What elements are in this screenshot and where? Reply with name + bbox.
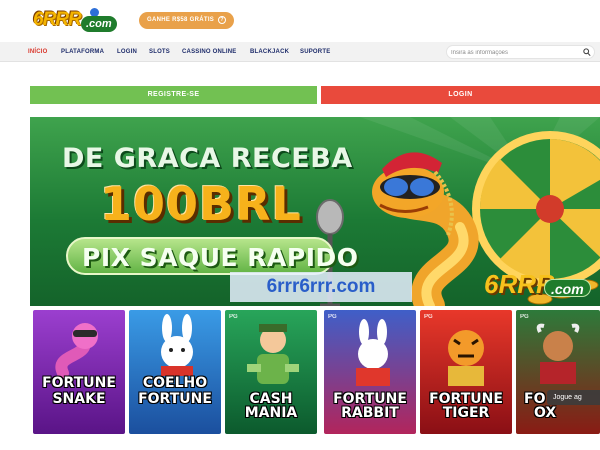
game-card-coelho-fortune[interactable]: COELHO FORTUNE bbox=[129, 310, 221, 434]
game-card-cash-mania[interactable]: PG CASH MANIA bbox=[225, 310, 317, 434]
game-card-fortune-ox[interactable]: PG FO OX bbox=[516, 310, 600, 434]
banner-logo: 6RRR .com bbox=[484, 267, 598, 301]
game-title-line1: COELHO bbox=[142, 375, 208, 391]
game-title-line2: TIGER bbox=[442, 405, 490, 421]
provider-label: PG bbox=[328, 314, 337, 320]
nav-item-blackjack[interactable]: BLACKJACK bbox=[250, 42, 289, 62]
rabbit-character-icon bbox=[356, 319, 390, 386]
free-bonus-button[interactable]: GANHE R$58 GRÁTIS ? bbox=[139, 12, 234, 29]
game-title-line1: FORTUNE bbox=[42, 375, 116, 391]
rabbit-character-icon bbox=[161, 314, 193, 376]
snake-character-icon bbox=[55, 323, 98, 378]
register-button[interactable]: REGISTRE-SE bbox=[30, 86, 317, 104]
logo-domain: .com bbox=[81, 16, 117, 32]
search-input[interactable] bbox=[451, 47, 581, 58]
top-header: 6RRR .com GANHE R$58 GRÁTIS ? bbox=[0, 0, 600, 42]
nav-item-login[interactable]: LOGIN bbox=[117, 42, 137, 62]
prize-wheel bbox=[472, 131, 600, 287]
nav-item-cassino-online[interactable]: CASSINO ONLINE bbox=[182, 42, 236, 62]
logo-number: 6RRR bbox=[33, 9, 82, 30]
game-title-line2: RABBIT bbox=[341, 405, 399, 421]
info-icon: ? bbox=[218, 16, 226, 24]
banner-amount: 100BRL bbox=[100, 177, 302, 231]
game-title-line2: FORTUNE bbox=[138, 391, 212, 407]
play-now-tooltip[interactable]: Jogue ag bbox=[547, 390, 600, 405]
site-logo[interactable]: 6RRR .com bbox=[33, 7, 119, 35]
search-icon[interactable] bbox=[583, 48, 591, 57]
free-bonus-label: GANHE R$58 GRÁTIS bbox=[147, 17, 215, 23]
provider-label: PG bbox=[424, 314, 433, 320]
login-button[interactable]: LOGIN bbox=[321, 86, 600, 104]
game-title-line2: SNAKE bbox=[52, 391, 106, 407]
game-title-line2: MANIA bbox=[244, 405, 298, 421]
provider-label: PG bbox=[520, 314, 529, 320]
nav-item-slots[interactable]: SLOTS bbox=[149, 42, 170, 62]
nav-item-inicio[interactable]: INÍCIO bbox=[28, 42, 48, 62]
banner-headline: DE GRACA RECEBA bbox=[62, 143, 353, 174]
game-card-fortune-rabbit[interactable]: PG FORTUNE RABBIT bbox=[324, 310, 416, 434]
nav-item-plataforma[interactable]: PLATAFORMA bbox=[61, 42, 104, 62]
provider-label: PG bbox=[229, 314, 238, 320]
games-row: FORTUNE SNAKE COELHO FORTUNE PG CASH MAN… bbox=[30, 310, 600, 434]
tiger-character-icon bbox=[448, 330, 484, 386]
game-card-fortune-snake[interactable]: FORTUNE SNAKE bbox=[33, 310, 125, 434]
nav-item-suporte[interactable]: SUPORTE bbox=[300, 42, 330, 62]
game-card-fortune-tiger[interactable]: PG FORTUNE TIGER bbox=[420, 310, 512, 434]
money-man-icon bbox=[247, 324, 299, 384]
banner-logo-domain: .com bbox=[544, 279, 591, 297]
promo-banner[interactable]: DE GRACA RECEBA 100BRL PIX SAQUE RAPIDO … bbox=[30, 117, 600, 306]
banner-subheadline: PIX SAQUE RAPIDO bbox=[82, 243, 359, 272]
game-title-line2: OX bbox=[534, 405, 557, 421]
search-box bbox=[446, 45, 595, 59]
ox-character-icon bbox=[536, 323, 580, 384]
banner-url: 6rrr6rrr.com bbox=[230, 272, 412, 302]
